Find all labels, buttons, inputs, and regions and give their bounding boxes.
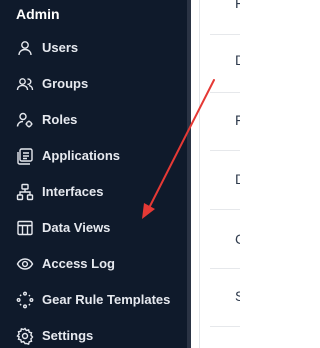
- sidebar-item-label: Roles: [42, 112, 78, 127]
- sidebar-item-interfaces[interactable]: Interfaces: [0, 174, 187, 210]
- table-icon: [16, 219, 34, 237]
- sidebar-item-data-views[interactable]: Data Views: [0, 210, 187, 246]
- sidebar-item-label: Settings: [42, 328, 94, 343]
- scrollbar[interactable]: [191, 0, 210, 348]
- row-divider: [210, 268, 240, 269]
- sidebar-item-label: Users: [42, 40, 79, 55]
- row-divider: [210, 34, 240, 35]
- eye-icon: [16, 255, 34, 273]
- row-divider: [210, 92, 240, 93]
- list-item-text[interactable]: F: [235, 0, 240, 11]
- sidebar-item-roles[interactable]: Roles: [0, 102, 187, 138]
- sidebar-item-settings[interactable]: Settings: [0, 318, 187, 348]
- applications-icon: [16, 147, 34, 165]
- row-divider: [210, 209, 240, 210]
- sidebar-item-label: Data Views: [42, 220, 111, 235]
- user-role-icon: [16, 111, 34, 129]
- sidebar-item-label: Interfaces: [42, 184, 104, 199]
- rule-templates-icon: [16, 291, 34, 309]
- sidebar-item-label: Applications: [42, 148, 121, 163]
- list-item-text[interactable]: S: [235, 288, 240, 304]
- users-group-icon: [16, 75, 34, 93]
- sidebar-item-access-log[interactable]: Access Log: [0, 246, 187, 282]
- row-divider: [210, 326, 240, 327]
- gear-icon: [16, 327, 34, 345]
- sidebar-item-label: Groups: [42, 76, 89, 91]
- scrollbar-track-line: [199, 0, 200, 348]
- row-divider: [210, 150, 240, 151]
- sidebar-item-label: Gear Rule Templates: [42, 292, 171, 307]
- sidebar-item-applications[interactable]: Applications: [0, 138, 187, 174]
- user-icon: [16, 39, 34, 57]
- list-item-text[interactable]: C: [235, 231, 240, 247]
- list-item-text[interactable]: D: [235, 171, 240, 187]
- sidebar-item-groups[interactable]: Groups: [0, 66, 187, 102]
- list-item-text[interactable]: D: [235, 52, 240, 68]
- section-title: Admin: [16, 6, 60, 22]
- sidebar-item-label: Access Log: [42, 256, 115, 271]
- list-item-text[interactable]: F: [235, 112, 240, 128]
- sidebar-item-gear-rule-templates[interactable]: Gear Rule Templates: [0, 282, 187, 318]
- admin-sidebar: Admin Users Groups Roles Applications In…: [0, 0, 187, 348]
- sidebar-item-users[interactable]: Users: [0, 30, 187, 66]
- content-list: F D F D C S: [210, 0, 240, 348]
- interfaces-icon: [16, 183, 34, 201]
